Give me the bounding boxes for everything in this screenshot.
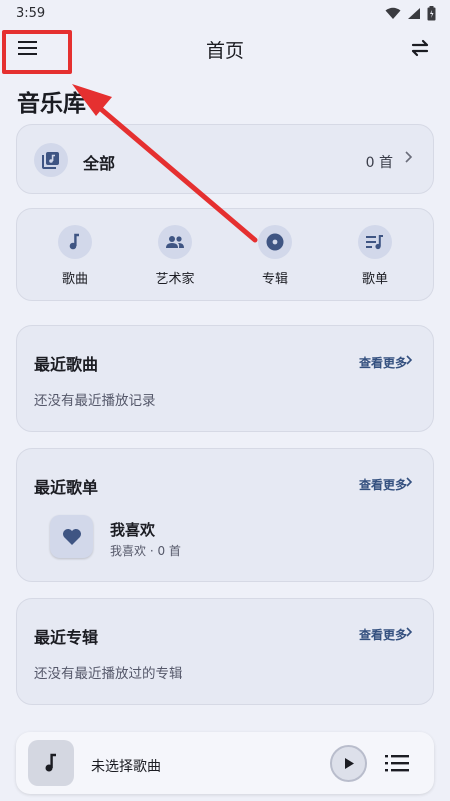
recent-playlists-card: 最近歌单 查看更多 我喜欢 我喜欢 · 0 首: [16, 448, 434, 582]
people-icon-wrap: [158, 225, 192, 259]
chevron-right-icon: [406, 477, 413, 487]
recent-songs-card: 最近歌曲 查看更多 还没有最近播放记录: [16, 325, 434, 432]
recent-songs-more-link[interactable]: 查看更多: [359, 354, 407, 371]
category-songs[interactable]: 歌曲: [35, 225, 115, 287]
annotation-highlight-box: [2, 30, 72, 74]
heart-icon: [62, 528, 81, 545]
mini-player[interactable]: 未选择歌曲: [16, 732, 434, 794]
queue-button[interactable]: [384, 750, 410, 776]
chevron-right-icon: [406, 355, 413, 365]
playlist-icon-wrap: [358, 225, 392, 259]
all-label: 全部: [83, 154, 116, 173]
swap-arrows-icon: [411, 39, 429, 57]
disc-icon-wrap: [258, 225, 292, 259]
status-icons: [385, 5, 436, 21]
player-cover: [28, 740, 74, 786]
music-note-icon-wrap: [58, 225, 92, 259]
playlist-icon: [366, 235, 383, 250]
player-song-title: 未选择歌曲: [91, 759, 161, 775]
category-albums[interactable]: 专辑: [235, 225, 315, 287]
recent-playlists-title: 最近歌单: [34, 478, 99, 497]
recent-songs-empty: 还没有最近播放记录: [34, 393, 156, 409]
library-title: 音乐库: [17, 91, 86, 117]
playlist-name[interactable]: 我喜欢: [110, 519, 155, 540]
play-button[interactable]: [330, 745, 367, 782]
status-time: 3:59: [16, 5, 46, 21]
battery-icon: [427, 5, 436, 20]
all-songs-card[interactable]: 全部 0 首: [16, 124, 434, 194]
people-icon: [166, 236, 184, 248]
category-label: 歌单: [361, 272, 388, 287]
recent-albums-title: 最近专辑: [34, 628, 99, 647]
recent-playlists-more-link[interactable]: 查看更多: [359, 476, 407, 493]
play-icon: [344, 758, 354, 769]
categories-card: 歌曲 艺术家 专辑 歌单: [16, 208, 434, 301]
category-label: 专辑: [261, 272, 288, 287]
library-icon-wrap: [34, 143, 68, 177]
status-bar: 3:59: [0, 0, 450, 26]
category-label: 艺术家: [155, 272, 195, 287]
recent-albums-more-link[interactable]: 查看更多: [359, 626, 407, 643]
playlist-meta: 我喜欢 · 0 首: [110, 544, 181, 558]
recent-songs-title: 最近歌曲: [34, 355, 99, 374]
category-label: 歌曲: [61, 272, 88, 287]
signal-icon: [408, 7, 420, 19]
all-count: 0 首: [365, 155, 393, 171]
disc-icon: [266, 233, 284, 251]
wifi-icon: [385, 7, 401, 19]
chevron-right-icon: [405, 151, 413, 163]
music-note-icon: [45, 753, 56, 772]
music-note-icon: [69, 233, 79, 250]
chevron-right-icon: [406, 627, 413, 637]
library-icon: [42, 152, 59, 169]
recent-albums-card: 最近专辑 查看更多 还没有最近播放过的专辑: [16, 598, 434, 705]
swap-button[interactable]: [408, 36, 432, 60]
recent-albums-empty: 还没有最近播放过的专辑: [34, 666, 183, 682]
category-playlists[interactable]: 歌单: [335, 225, 415, 287]
playlist-cover[interactable]: [50, 515, 93, 558]
category-artists[interactable]: 艺术家: [135, 225, 215, 287]
queue-list-icon: [385, 755, 409, 772]
